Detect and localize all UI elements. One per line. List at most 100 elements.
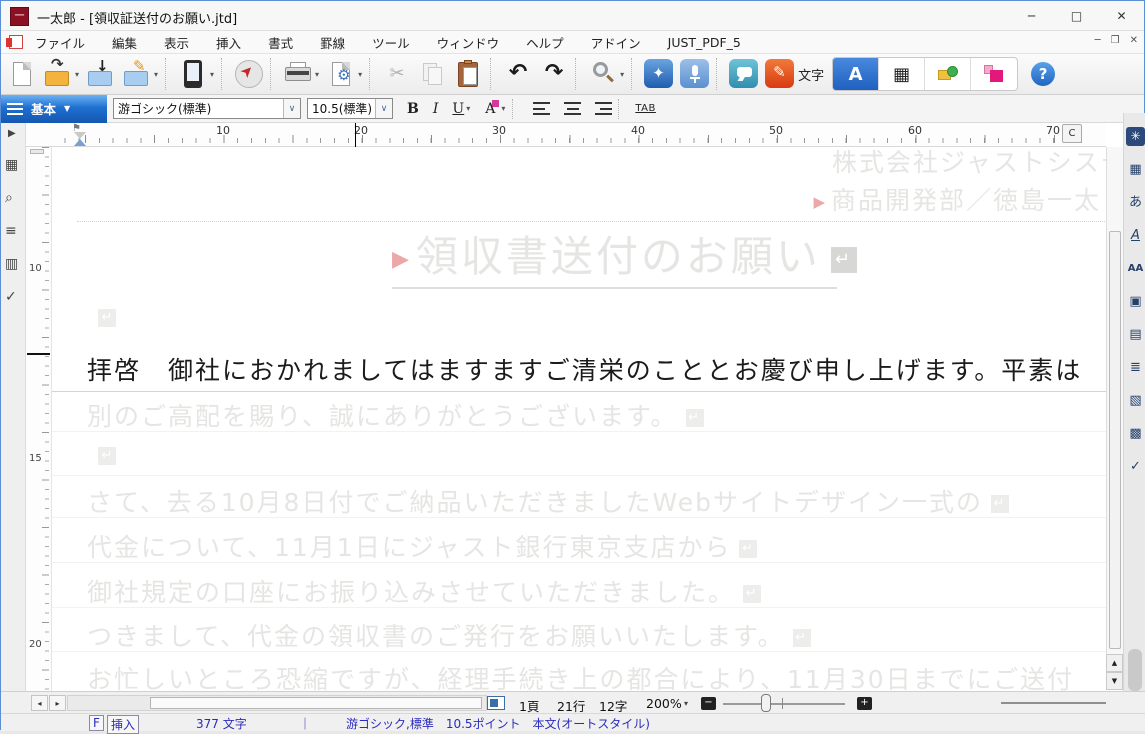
close-button[interactable]: ✕	[1099, 1, 1144, 31]
scroll-right-button[interactable]: ▸	[49, 695, 66, 711]
body-line-focused[interactable]: 拝啓 御社におかれましてはますますご清栄のこととお慶び申し上げます。平素は	[87, 351, 1082, 387]
help-button[interactable]: ?	[1028, 59, 1058, 89]
zoom-dropdown-icon[interactable]: ▾	[684, 699, 688, 708]
font-color-dropdown[interactable]: ▾	[501, 104, 505, 113]
save-as-dropdown[interactable]: ▾	[154, 70, 158, 79]
tab-button[interactable]: TAB	[635, 103, 656, 114]
print-settings-button[interactable]: ⚙	[326, 59, 356, 89]
undo-button[interactable]: ↶	[503, 59, 533, 89]
prev-page-button[interactable]: ▲	[1106, 654, 1123, 672]
body-line[interactable]: つきまして、代金の領収書のご発行をお願いいたします。↵	[87, 617, 811, 653]
tool-palette-icon[interactable]: ✳	[1126, 127, 1145, 146]
menu-just-pdf[interactable]: JUST_PDF_5	[668, 32, 741, 53]
indent-marker[interactable]	[74, 132, 86, 146]
navigation-compass-button[interactable]: ➤	[234, 59, 264, 89]
doc-restore-button[interactable]: ❐	[1111, 35, 1120, 46]
cut-button[interactable]: ✂	[382, 59, 412, 89]
align-center-button[interactable]	[564, 102, 581, 115]
paragraph-format-icon[interactable]: ≣	[1126, 358, 1145, 377]
print-settings-dropdown[interactable]: ▾	[358, 70, 362, 79]
date-insert-icon[interactable]: ▦	[1126, 160, 1145, 179]
font-size-select[interactable]: 10.5(標準) ∨	[307, 98, 393, 119]
document-icon[interactable]	[9, 35, 23, 49]
menu-view[interactable]: 表示	[164, 30, 189, 55]
zoom-out-button[interactable]: −	[701, 697, 716, 710]
vertical-scrollbar-thumb[interactable]	[1109, 231, 1121, 649]
text-correction-button[interactable]: ✎	[765, 59, 795, 89]
font-name-dropdown-icon[interactable]: ∨	[283, 99, 300, 118]
department-line[interactable]: ▶商品開発部／徳島一太	[813, 181, 1101, 217]
body-line[interactable]: さて、去る10月8日付でご納品いただきましたWebサイトデザイン一式の↵	[87, 483, 1009, 519]
zoom-slider-thumb[interactable]	[761, 694, 771, 712]
company-line[interactable]: 株式会社ジャストシステム	[832, 147, 1106, 179]
page-list-icon[interactable]: ▥	[5, 256, 18, 272]
shape-mode-button[interactable]	[925, 57, 971, 91]
proof-check-icon[interactable]: ✓	[5, 289, 17, 305]
vertical-ruler[interactable]: 10 15 20	[26, 147, 51, 691]
align-left-button[interactable]	[533, 102, 550, 115]
menu-insert[interactable]: 挿入	[216, 30, 241, 55]
search-button[interactable]	[588, 59, 618, 89]
copy-button[interactable]	[418, 59, 448, 89]
menu-edit[interactable]: 編集	[112, 30, 137, 55]
hamburger-icon[interactable]	[7, 103, 23, 115]
zoom-slider-track[interactable]	[723, 703, 845, 705]
viewer-mode-button[interactable]	[178, 59, 208, 89]
font-color-button[interactable]: A	[485, 101, 495, 117]
char-mode-button[interactable]: A	[833, 57, 879, 91]
print-dropdown[interactable]: ▾	[315, 70, 319, 79]
viewer-dropdown[interactable]: ▾	[210, 70, 214, 79]
align-right-button[interactable]	[595, 102, 612, 115]
insert-mode-button[interactable]: 挿入	[107, 715, 139, 734]
justsystem-tool-button[interactable]	[971, 57, 1017, 91]
panel-scroll-indicator[interactable]	[1128, 649, 1142, 691]
table-mode-button[interactable]: ▦	[879, 57, 925, 91]
copies-icon[interactable]: ▤	[1126, 325, 1145, 344]
menu-format[interactable]: 書式	[268, 30, 293, 55]
save-as-button[interactable]: ✎	[122, 59, 152, 89]
redo-button[interactable]: ↷	[539, 59, 569, 89]
search-panel-icon[interactable]: ⌕	[5, 190, 13, 206]
font-size-dropdown-icon[interactable]: ∨	[375, 99, 392, 118]
menu-border[interactable]: 罫線	[320, 30, 345, 55]
body-line[interactable]: 別のご高配を賜り、誠にありがとうございます。↵	[87, 397, 704, 433]
photo-insert-icon[interactable]: ▣	[1126, 292, 1145, 311]
splitter-handle[interactable]	[1001, 702, 1106, 704]
body-line[interactable]: 代金について、11月1日にジャスト銀行東京支店から↵	[87, 528, 757, 564]
paste-button[interactable]	[454, 59, 484, 89]
outline-panel-icon[interactable]: ≡	[5, 223, 17, 239]
zoom-in-button[interactable]: +	[857, 697, 872, 710]
save-button[interactable]: ↓	[86, 59, 116, 89]
new-document-button[interactable]	[7, 59, 37, 89]
expand-panel-icon[interactable]: ▶	[8, 128, 16, 139]
voice-input-button[interactable]	[680, 59, 710, 89]
check-icon[interactable]: ✓	[1126, 457, 1145, 476]
bold-button[interactable]: B	[407, 101, 419, 117]
maximize-button[interactable]: □	[1054, 1, 1099, 31]
open-file-button[interactable]: ↷	[43, 59, 73, 89]
doc-close-button[interactable]: ✕	[1130, 35, 1138, 46]
body-line[interactable]: 御社規定の口座にお振り込みさせていただきました。↵	[87, 573, 761, 609]
zoom-level[interactable]: 200%	[646, 696, 682, 711]
search-dropdown[interactable]: ▾	[620, 70, 624, 79]
doc-minimize-button[interactable]: ─	[1095, 35, 1101, 46]
document-page[interactable]: 株式会社ジャストシステム ▶商品開発部／徳島一太 ▶領収書送付のお願い↵ ↵ 拝…	[51, 147, 1106, 691]
horizontal-ruler[interactable]: ⚑ 10 20 30 40 50 60 70 C	[1, 123, 1106, 147]
style-selector[interactable]: 基本 ▼	[1, 95, 107, 123]
page-view-icon[interactable]	[487, 696, 505, 710]
italic-button[interactable]: I	[433, 101, 439, 117]
ruler-c-button[interactable]: C	[1062, 124, 1082, 143]
font-status-info[interactable]: 游ゴシック,標準 10.5ポイント 本文(オートスタイル)	[346, 715, 650, 732]
comment-button[interactable]	[729, 59, 759, 89]
open-dropdown[interactable]: ▾	[75, 70, 79, 79]
f-mode-button[interactable]: F	[89, 715, 104, 731]
print-button[interactable]	[283, 59, 313, 89]
font-name-select[interactable]: 游ゴシック(標準) ∨	[113, 98, 301, 119]
scroll-left-button[interactable]: ◂	[31, 695, 48, 711]
body-line[interactable]: お忙しいところ恐縮ですが、経理手続き上の都合により、11月30日までにご送付	[87, 660, 1074, 691]
block-select-icon[interactable]: ▦	[5, 157, 18, 173]
next-page-button[interactable]: ▼	[1106, 672, 1123, 690]
pattern-icon[interactable]: ▩	[1126, 424, 1145, 443]
underline-button[interactable]: U	[452, 101, 464, 117]
menu-help[interactable]: ヘルプ	[526, 30, 564, 55]
